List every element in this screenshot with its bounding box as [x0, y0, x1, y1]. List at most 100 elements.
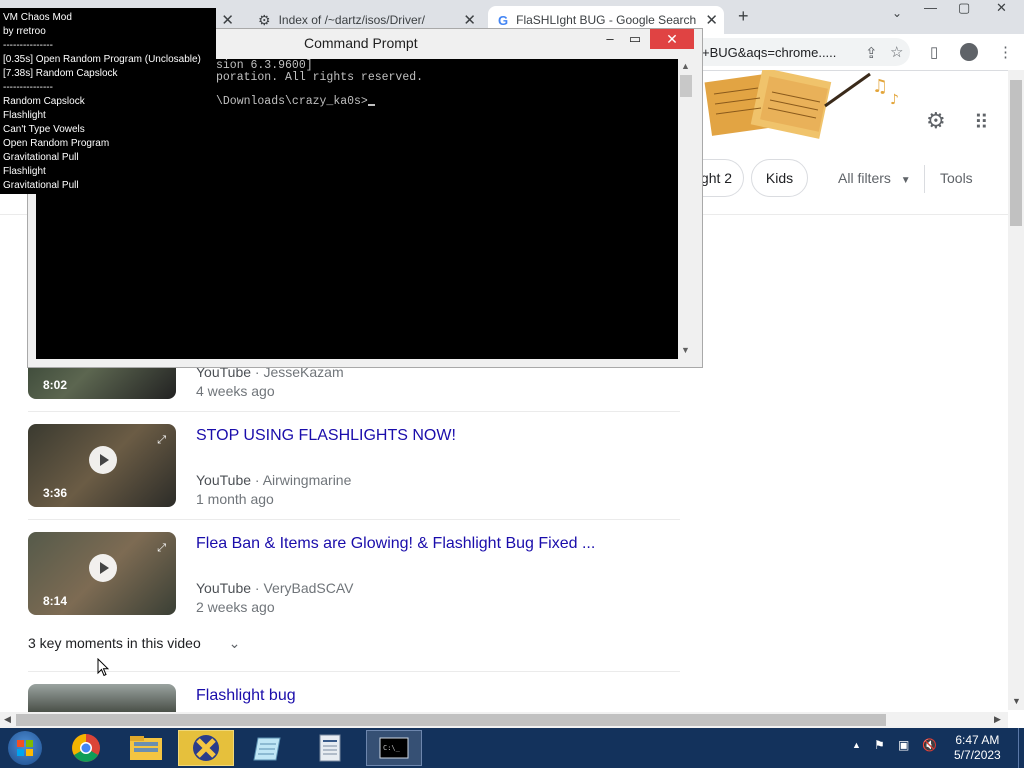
- prompt-text: \Downloads\crazy_ka0s>: [216, 95, 368, 108]
- star-icon[interactable]: ☆: [890, 43, 903, 61]
- key-moments-label: 3 key moments in this video: [28, 635, 201, 651]
- close-icon[interactable]: ✕: [705, 11, 718, 29]
- taskbar-cmd-button[interactable]: C:\_: [366, 730, 422, 766]
- horizontal-scrollbar-thumb[interactable]: [16, 714, 886, 726]
- profile-avatar[interactable]: [960, 43, 978, 61]
- overlay-queue-item: Flashlight: [3, 166, 46, 177]
- close-icon[interactable]: ✕: [221, 11, 234, 29]
- chaos-mod-overlay: VM Chaos Mod by rretroo --------------- …: [0, 8, 216, 194]
- source-name: YouTube: [196, 472, 252, 488]
- expand-icon[interactable]: ⤢: [157, 434, 166, 447]
- divider: [924, 165, 925, 193]
- key-moments-toggle[interactable]: 3 key moments in this video ⌄: [28, 635, 240, 652]
- settings-gear-icon[interactable]: ⚙: [926, 108, 946, 134]
- scroll-down-icon[interactable]: ▼: [1012, 696, 1021, 706]
- maximize-icon[interactable]: ▭: [625, 29, 645, 49]
- chip-label: ght 2: [700, 170, 733, 186]
- google-favicon-icon: G: [498, 12, 509, 28]
- close-icon[interactable]: ✕: [463, 11, 476, 29]
- maximize-icon[interactable]: ▢: [958, 0, 970, 16]
- result-source: YouTube · Airwingmarine: [196, 472, 352, 488]
- vertical-scrollbar-thumb[interactable]: [1010, 80, 1022, 226]
- share-icon[interactable]: ⇪: [865, 44, 878, 62]
- divider: [28, 411, 680, 412]
- close-window-icon[interactable]: ✕: [650, 29, 694, 49]
- duration-label: 3:36: [43, 486, 68, 500]
- console-scrollbar[interactable]: ▲ ▼: [678, 59, 694, 359]
- result-title-link[interactable]: STOP USING FLASHLIGHTS NOW!: [196, 427, 456, 445]
- channel-name: VeryBadSCAV: [263, 580, 354, 596]
- window-title: Command Prompt: [304, 35, 418, 51]
- command-prompt-icon: C:\_: [379, 737, 409, 759]
- show-desktop-button[interactable]: [1018, 728, 1024, 768]
- caret-down-icon: ▼: [900, 175, 911, 186]
- google-doodle[interactable]: ♫ ♪: [700, 67, 900, 144]
- show-hidden-icons[interactable]: ▲: [852, 740, 861, 750]
- overlay-queue-item: Random Capslock: [3, 96, 85, 107]
- taskbar-explorer-button[interactable]: [118, 730, 174, 766]
- expand-icon[interactable]: ⤢: [157, 542, 166, 555]
- minimize-icon[interactable]: –: [600, 29, 620, 49]
- overlay-queue-item: Can't Type Vowels: [3, 124, 85, 135]
- windows-logo-icon: [17, 740, 33, 756]
- chrome-icon: [72, 734, 100, 762]
- favicon-icon: ⚙: [258, 11, 271, 28]
- result-title-link[interactable]: Flashlight bug: [196, 687, 296, 705]
- duration-label: 8:02: [43, 378, 68, 392]
- mouse-cursor-icon: [97, 658, 109, 677]
- network-icon[interactable]: ▣: [898, 738, 909, 752]
- overlay-queue-item: Gravitational Pull: [3, 180, 79, 191]
- scroll-left-icon[interactable]: ◀: [4, 714, 11, 725]
- side-panel-icon[interactable]: ▯: [930, 43, 938, 61]
- console-scrollbar-thumb[interactable]: [680, 75, 692, 97]
- tab-title: FlaSHLIght BUG - Google Search: [516, 13, 697, 27]
- taskbar-chrome-button[interactable]: [58, 730, 114, 766]
- taskbar: C:\_ ▲ ⚑ ▣ 🔇 6:47 AM 5/7/2023: [0, 728, 1024, 768]
- scroll-up-icon[interactable]: ▲: [681, 61, 690, 71]
- chevron-down-icon[interactable]: ⌄: [892, 6, 902, 20]
- svg-text:♪: ♪: [890, 92, 899, 108]
- divider: [28, 671, 680, 672]
- taskbar-notepad-button[interactable]: [240, 730, 296, 766]
- all-filters-label: All filters: [838, 170, 891, 186]
- play-icon[interactable]: [89, 554, 117, 582]
- scroll-right-icon[interactable]: ▶: [994, 714, 1001, 725]
- video-thumbnail[interactable]: ⤢ 3:36: [28, 424, 176, 507]
- overlay-separator: ---------------: [3, 40, 53, 51]
- folder-icon: [130, 736, 162, 760]
- play-icon[interactable]: [89, 446, 117, 474]
- filter-chip-kids[interactable]: Kids: [751, 159, 808, 197]
- result-date: 1 month ago: [196, 491, 274, 507]
- divider: [28, 519, 680, 520]
- overlay-queue-item: Gravitational Pull: [3, 152, 79, 163]
- overlay-event: [7.38s] Random Capslock: [3, 68, 118, 79]
- scroll-down-icon[interactable]: ▼: [681, 345, 690, 355]
- more-menu-icon[interactable]: ⋮: [998, 43, 1013, 61]
- url-text: +BUG&aqs=chrome.....: [702, 45, 837, 60]
- action-center-flag-icon[interactable]: ⚑: [874, 738, 885, 752]
- text-cursor: [367, 104, 375, 106]
- console-line: poration. All rights reserved.: [216, 71, 424, 84]
- close-window-icon[interactable]: ✕: [996, 0, 1007, 16]
- start-button[interactable]: [8, 731, 42, 765]
- video-thumbnail[interactable]: ⤢ 8:14: [28, 532, 176, 615]
- document-icon: [319, 734, 341, 762]
- overlay-event: [0.35s] Open Random Program (Unclosable): [3, 54, 201, 65]
- result-title-link[interactable]: Flea Ban & Items are Glowing! & Flashlig…: [196, 535, 595, 553]
- volume-muted-icon[interactable]: 🔇: [922, 738, 937, 752]
- new-tab-icon[interactable]: +: [738, 6, 749, 27]
- overlay-title: VM Chaos Mod: [3, 12, 72, 23]
- video-thumbnail[interactable]: [28, 684, 176, 712]
- taskbar-document-button[interactable]: [302, 730, 358, 766]
- apps-grid-icon[interactable]: ⠿: [974, 110, 989, 135]
- all-filters-button[interactable]: All filters ▼: [838, 170, 911, 186]
- minimize-icon[interactable]: —: [924, 0, 937, 15]
- taskbar-xp-button[interactable]: [178, 730, 234, 766]
- result-date: 2 weeks ago: [196, 599, 275, 615]
- overlay-queue-item: Open Random Program: [3, 138, 110, 149]
- notepad-icon: [253, 737, 281, 761]
- tools-button[interactable]: Tools: [940, 170, 973, 186]
- console-prompt: \Downloads\crazy_ka0s>: [216, 95, 375, 108]
- system-clock[interactable]: 6:47 AM 5/7/2023: [954, 733, 1001, 763]
- overlay-author: by rretroo: [3, 26, 46, 37]
